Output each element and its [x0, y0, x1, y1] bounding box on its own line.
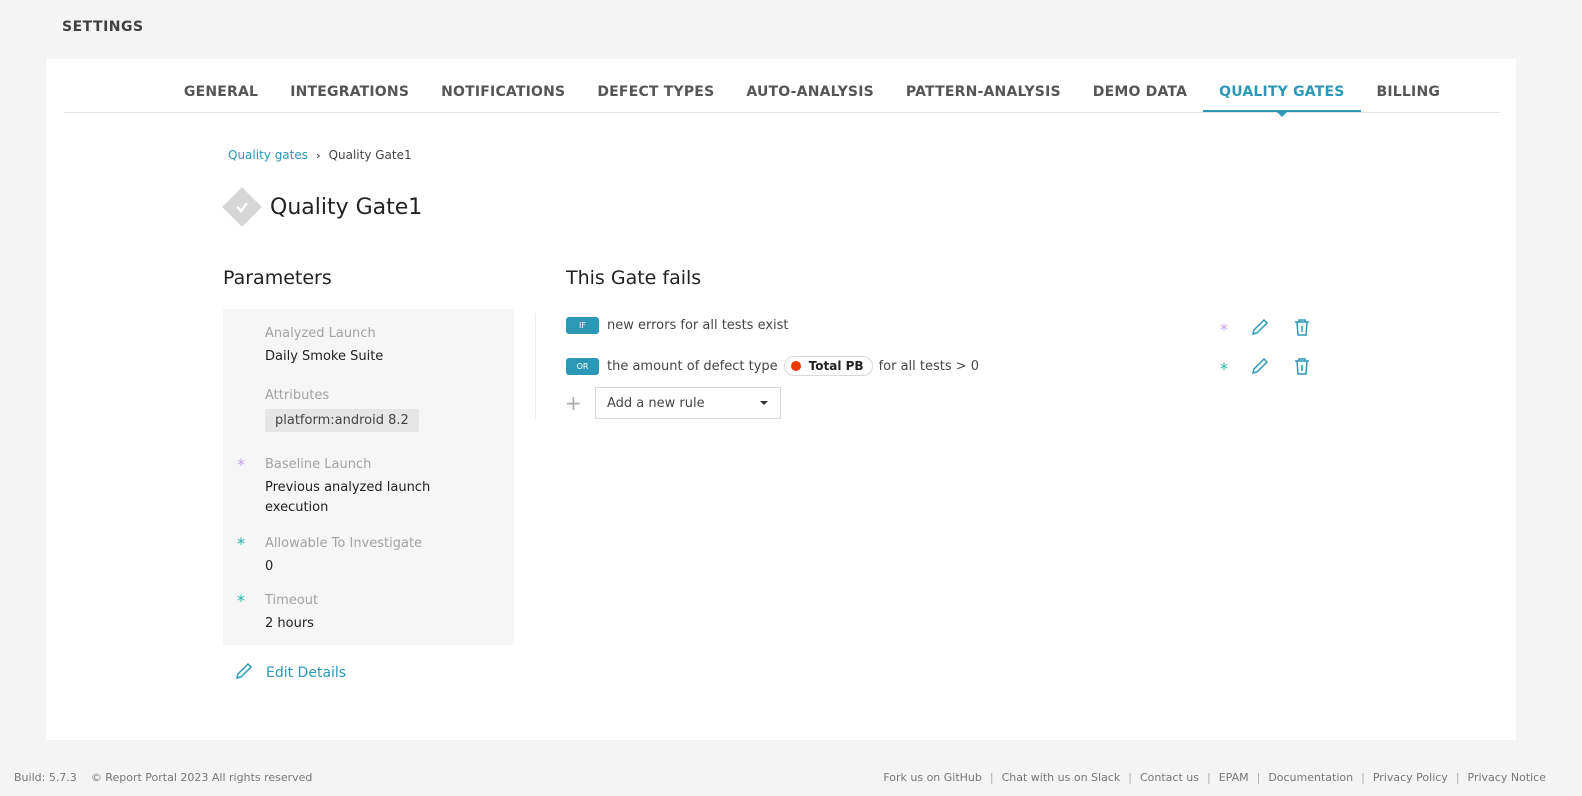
rule-text-suffix: for all tests > 0 [878, 358, 980, 374]
footer-link-documentation[interactable]: Documentation [1268, 771, 1353, 784]
rule-text-prefix: the amount of defect type [607, 358, 778, 374]
breadcrumb-quality-gates-link[interactable]: Quality gates [228, 148, 308, 162]
footer-links: Fork us on GitHub | Chat with us on Slack… [883, 771, 1546, 784]
gate-name: Quality Gate1 [270, 194, 423, 220]
edit-details-button[interactable]: Edit Details [234, 661, 346, 685]
breadcrumb-current: Quality Gate1 [328, 148, 412, 162]
settings-card: GENERAL INTEGRATIONS NOTIFICATIONS DEFEC… [46, 59, 1516, 740]
parameters-title: Parameters [223, 267, 332, 289]
delete-rule-button[interactable] [1292, 356, 1312, 380]
add-rule-row: + Add a new rule [565, 387, 781, 419]
parameters-panel: Analyzed Launch Daily Smoke Suite Attrib… [223, 309, 514, 645]
pencil-icon [234, 661, 254, 685]
divider [535, 313, 536, 419]
param-value: Daily Smoke Suite [265, 349, 384, 364]
param-allowable: * Allowable To Investigate 0 [237, 536, 423, 577]
param-label: Allowable To Investigate [265, 536, 423, 551]
footer: Build: 5.7.3 © Report Portal 2023 All ri… [14, 771, 1546, 784]
footer-left: Build: 5.7.3 © Report Portal 2023 All ri… [14, 771, 312, 784]
build-version: Build: 5.7.3 [14, 771, 77, 784]
edit-details-label: Edit Details [266, 665, 347, 681]
copyright: © Report Portal 2023 All rights reserved [90, 771, 313, 784]
diamond-check-icon [222, 187, 262, 227]
rule-actions: * [1220, 317, 1312, 341]
param-baseline-launch: * Baseline Launch Previous analyzed laun… [237, 457, 455, 518]
settings-tabs: GENERAL INTEGRATIONS NOTIFICATIONS DEFEC… [64, 59, 1500, 117]
tab-auto-analysis[interactable]: AUTO-ANALYSIS [730, 84, 890, 112]
param-label: Baseline Launch [265, 457, 372, 472]
tab-pattern-analysis[interactable]: PATTERN-ANALYSIS [890, 84, 1077, 112]
footer-link-epam[interactable]: EPAM [1219, 771, 1249, 784]
tab-billing[interactable]: BILLING [1361, 84, 1457, 112]
attribute-chip: platform:android 8.2 [265, 409, 419, 432]
plus-icon[interactable]: + [565, 391, 595, 415]
param-timeout: * Timeout 2 hours [237, 593, 319, 634]
asterisk-icon: * [237, 455, 245, 474]
asterisk-icon: * [237, 534, 245, 553]
tab-notifications[interactable]: NOTIFICATIONS [425, 84, 581, 112]
rule-row: IF new errors for all tests exist [566, 317, 789, 334]
condition-badge: IF [566, 317, 599, 334]
defect-type-label: Total PB [808, 359, 864, 373]
footer-link-privacy-notice[interactable]: Privacy Notice [1468, 771, 1546, 784]
rule-actions: * [1220, 356, 1312, 380]
rule-text: new errors for all tests exist [607, 318, 789, 333]
tab-quality-gates[interactable]: QUALITY GATES [1203, 84, 1361, 117]
tab-defect-types[interactable]: DEFECT TYPES [581, 84, 730, 112]
param-analyzed-launch: Analyzed Launch Daily Smoke Suite [265, 326, 383, 367]
gate-fails-title: This Gate fails [566, 267, 702, 289]
footer-link-github[interactable]: Fork us on GitHub [883, 771, 982, 784]
footer-link-privacy-policy[interactable]: Privacy Policy [1373, 771, 1448, 784]
asterisk-icon: * [237, 591, 245, 610]
param-value: 2 hours [265, 616, 314, 631]
param-label: Attributes [265, 388, 330, 403]
edit-rule-button[interactable] [1250, 356, 1270, 380]
add-rule-select[interactable]: Add a new rule [595, 387, 781, 419]
breadcrumb: Quality gates › Quality Gate1 [228, 148, 412, 162]
caret-down-icon [760, 401, 768, 405]
chevron-right-icon: › [316, 148, 321, 162]
defect-color-dot [790, 361, 801, 371]
tab-general[interactable]: GENERAL [168, 84, 274, 112]
param-label: Timeout [265, 593, 319, 608]
delete-rule-button[interactable] [1292, 317, 1312, 341]
asterisk-icon: * [1220, 358, 1228, 378]
footer-link-contact[interactable]: Contact us [1140, 771, 1199, 784]
condition-badge: OR [566, 357, 599, 375]
page-title: SETTINGS [62, 19, 144, 35]
gate-header: Quality Gate1 [222, 187, 423, 227]
edit-rule-button[interactable] [1250, 317, 1270, 341]
tab-integrations[interactable]: INTEGRATIONS [274, 84, 425, 112]
rule-row: OR the amount of defect type Total PB fo… [566, 356, 979, 376]
tab-demo-data[interactable]: DEMO DATA [1077, 84, 1203, 112]
asterisk-icon: * [1220, 319, 1228, 339]
param-value: 0 [265, 559, 274, 574]
param-label: Analyzed Launch [265, 326, 376, 341]
defect-type-chip: Total PB [783, 356, 873, 376]
add-rule-placeholder: Add a new rule [607, 395, 705, 411]
param-attributes: Attributes platform:android 8.2 [265, 388, 419, 432]
footer-link-slack[interactable]: Chat with us on Slack [1002, 771, 1121, 784]
param-value: Previous analyzed launch execution [265, 480, 431, 515]
